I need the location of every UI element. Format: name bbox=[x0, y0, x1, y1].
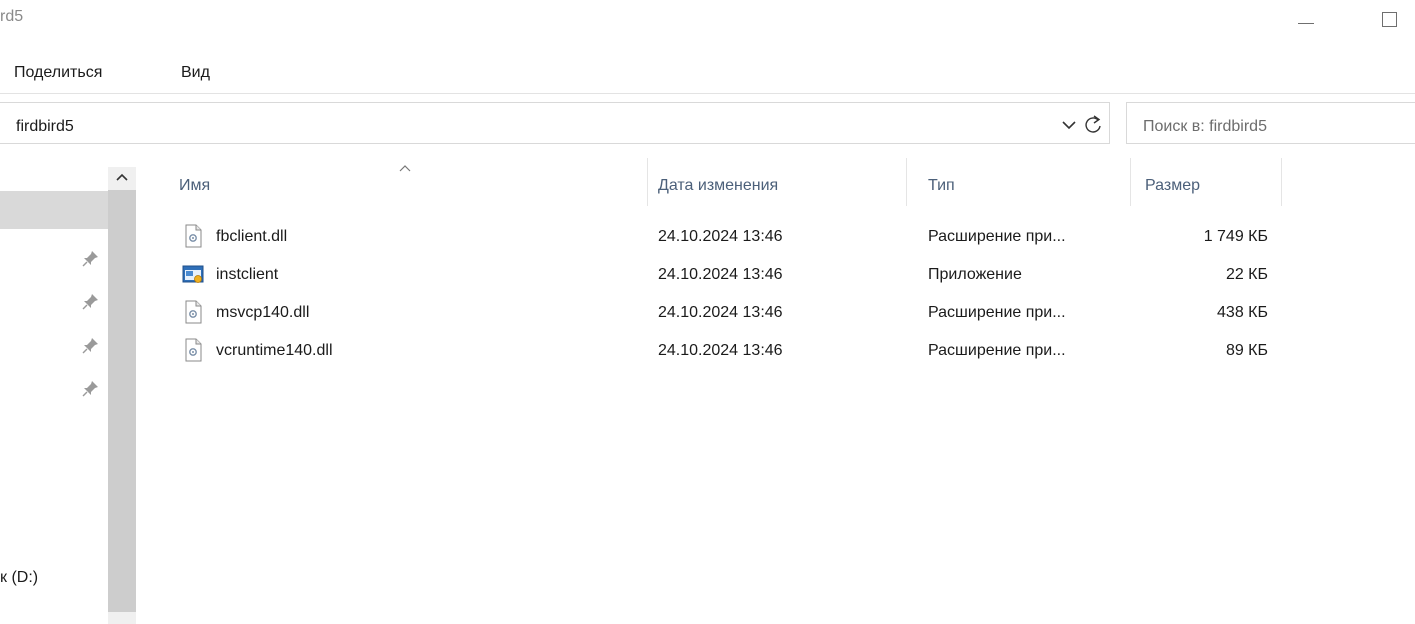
file-name[interactable]: msvcp140.dll bbox=[216, 302, 309, 324]
nav-scrollbar-thumb[interactable] bbox=[108, 190, 136, 612]
file-type: Расширение при... bbox=[928, 342, 1066, 359]
search-input[interactable]: Поиск в: firdbird5 bbox=[1143, 118, 1267, 136]
pin-icon[interactable] bbox=[82, 379, 100, 397]
application-icon bbox=[182, 265, 204, 283]
file-size: 438 КБ bbox=[1217, 304, 1268, 321]
scroll-up-icon[interactable] bbox=[110, 167, 134, 187]
column-header-type[interactable]: Тип bbox=[928, 175, 955, 205]
file-date: 24.10.2024 13:46 bbox=[658, 228, 783, 245]
sort-ascending-icon bbox=[399, 165, 411, 172]
pin-icon[interactable] bbox=[82, 292, 100, 310]
dll-file-icon bbox=[185, 300, 202, 324]
pin-icon[interactable] bbox=[82, 249, 100, 267]
column-header-name[interactable]: Имя bbox=[179, 175, 210, 205]
file-size: 1 749 КБ bbox=[1203, 228, 1268, 245]
file-row[interactable]: msvcp140.dll 24.10.2024 13:46 Расширение… bbox=[170, 294, 1290, 332]
file-date: 24.10.2024 13:46 bbox=[658, 304, 783, 321]
column-divider[interactable] bbox=[906, 158, 907, 206]
address-path[interactable]: firdbird5 bbox=[16, 118, 74, 136]
file-type: Расширение при... bbox=[928, 304, 1066, 321]
file-name[interactable]: instclient bbox=[216, 264, 278, 286]
column-divider[interactable] bbox=[647, 158, 648, 206]
file-date: 24.10.2024 13:46 bbox=[658, 266, 783, 283]
file-row[interactable]: instclient 24.10.2024 13:46 Приложение 2… bbox=[170, 256, 1290, 294]
menu-share[interactable]: Поделиться bbox=[14, 64, 102, 82]
nav-item-drive-d[interactable]: к (D:) bbox=[0, 569, 38, 587]
address-bar[interactable] bbox=[0, 102, 1110, 144]
column-divider[interactable] bbox=[1281, 158, 1282, 206]
column-header-size[interactable]: Размер bbox=[1145, 175, 1200, 205]
file-size: 22 КБ bbox=[1225, 266, 1268, 283]
dll-file-icon bbox=[185, 338, 202, 362]
file-type: Расширение при... bbox=[928, 228, 1066, 245]
file-date: 24.10.2024 13:46 bbox=[658, 342, 783, 359]
file-size: 89 КБ bbox=[1225, 342, 1268, 359]
file-row[interactable]: vcruntime140.dll 24.10.2024 13:46 Расшир… bbox=[170, 332, 1290, 370]
chevron-down-icon[interactable] bbox=[1062, 120, 1076, 130]
column-header-date[interactable]: Дата изменения bbox=[658, 175, 778, 205]
maximize-icon[interactable] bbox=[1375, 4, 1405, 32]
column-divider[interactable] bbox=[1130, 158, 1131, 206]
file-type: Приложение bbox=[928, 266, 1022, 283]
nav-selected-item[interactable] bbox=[0, 191, 108, 229]
menu-view[interactable]: Вид bbox=[181, 64, 210, 82]
minimize-icon[interactable] bbox=[1291, 4, 1321, 32]
file-row[interactable]: fbclient.dll 24.10.2024 13:46 Расширение… bbox=[170, 218, 1290, 256]
refresh-icon[interactable] bbox=[1082, 114, 1104, 136]
window-title: rd5 bbox=[0, 8, 24, 25]
menu-divider bbox=[0, 93, 1415, 94]
file-name[interactable]: fbclient.dll bbox=[216, 226, 287, 248]
file-name[interactable]: vcruntime140.dll bbox=[216, 340, 333, 362]
pin-icon[interactable] bbox=[82, 336, 100, 354]
dll-file-icon bbox=[185, 224, 202, 248]
